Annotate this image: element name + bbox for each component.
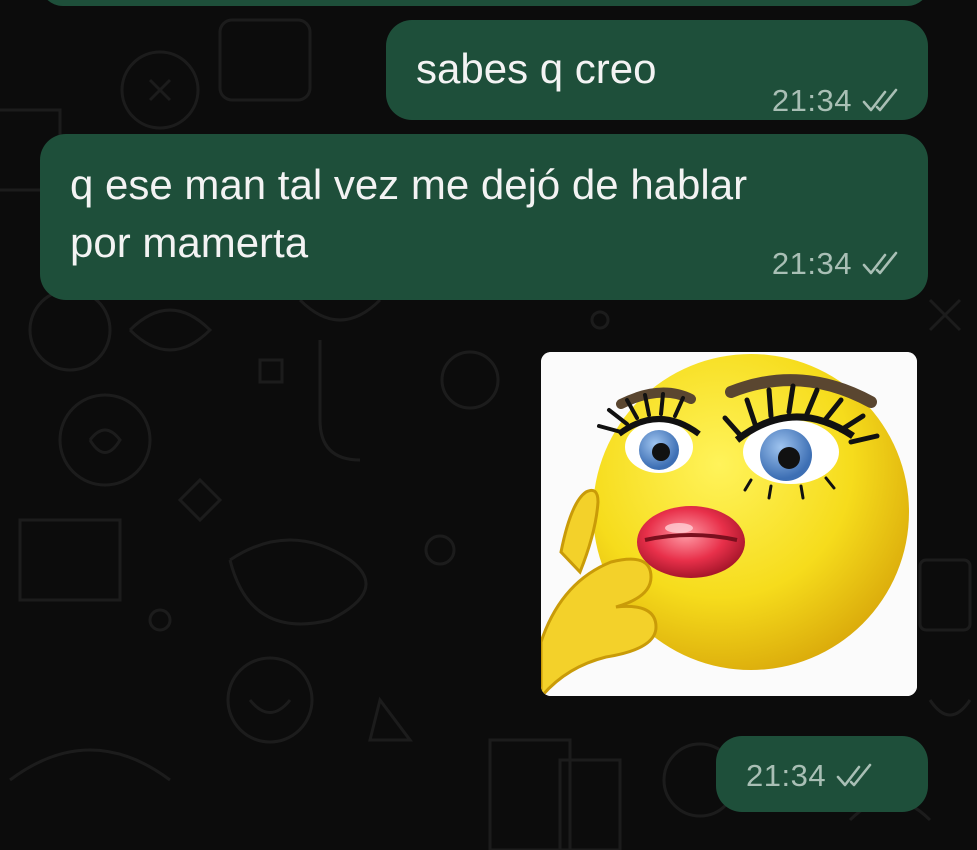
previous-message-bubble[interactable] [40,0,930,6]
message-time: 21:34 [771,83,852,118]
message-time: 21:34 [746,758,827,793]
message-time: 21:34 [771,246,852,281]
message-text: sabes q creo [416,45,657,92]
message-text: q ese man tal vez me dejó de hablar por … [70,161,748,266]
chat-view: sabes q creo 21:34 q ese man tal vez me … [0,0,977,850]
read-ticks-icon [860,88,904,114]
read-ticks-icon [860,251,904,277]
message-meta: 21:34 [772,83,904,119]
message-bubble-outgoing[interactable]: sabes q creo 21:34 [386,20,928,120]
sticker-meta-bubble: 21:34 [716,736,928,812]
message-meta: 21:34 [772,246,904,282]
read-ticks-icon [834,763,878,789]
message-meta: 21:34 [746,758,878,794]
message-bubble-outgoing[interactable]: q ese man tal vez me dejó de hablar por … [40,134,928,300]
kissing-lips-emoji-sticker[interactable] [541,352,917,696]
